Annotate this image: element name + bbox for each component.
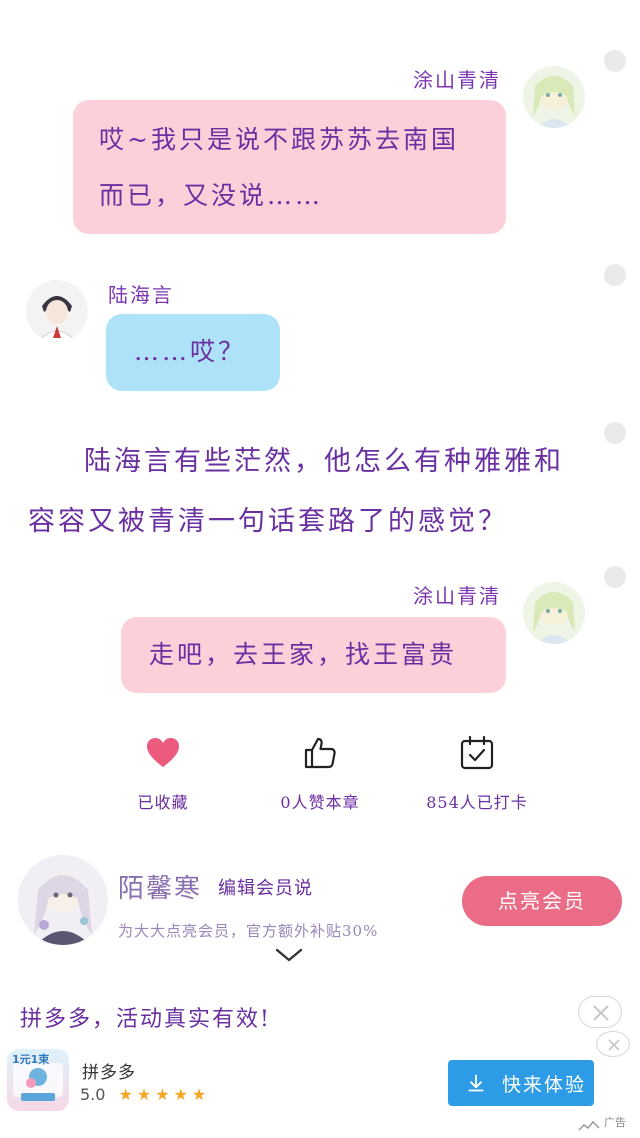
ad-rating-value: 5.0 (80, 1085, 106, 1104)
rating-stars: ★ ★ ★ ★ ★ (119, 1085, 211, 1104)
light-up-member-button[interactable]: 点亮会员 (462, 876, 622, 926)
avatar-girl-icon (523, 66, 585, 128)
ad-download-label: 快来体验 (502, 1074, 587, 1096)
member-role: 编辑会员说 (218, 878, 313, 899)
message-bubble: 哎~我只是说不跟苏苏去南国 而已，又没说…… (73, 100, 506, 234)
message-speaker: 涂山青清 (413, 68, 501, 92)
star-icon: ★ (191, 1085, 207, 1104)
download-icon (468, 1074, 484, 1092)
avatar-girl-icon (523, 582, 585, 644)
star-icon: ★ (173, 1085, 188, 1104)
status-dot (604, 264, 626, 286)
favorite-button[interactable]: 已收藏 (83, 735, 243, 813)
narration-text: 陆海言有些茫然，他怎么有种雅雅和容容又被青清一句话套路了的感觉？ (28, 432, 588, 552)
heart-icon (147, 738, 179, 767)
narration-content: 陆海言有些茫然，他怎么有种雅雅和容容又被青清一句话套路了的感觉？ (28, 446, 564, 537)
message-line: 而已，又没说…… (99, 181, 324, 210)
ad-download-button[interactable]: 快来体验 (448, 1060, 594, 1106)
ad-app-name: 拼多多 (82, 1063, 136, 1083)
message-line: 哎~我只是说不跟苏苏去南国 (99, 125, 459, 154)
star-icon: ★ (136, 1085, 152, 1104)
ad-close-icon[interactable] (578, 996, 622, 1028)
message-line: 走吧，去王家，找王富贵 (149, 640, 458, 669)
avatar[interactable] (26, 280, 88, 342)
avatar-boy-icon (26, 280, 88, 342)
ad-close-icon[interactable] (596, 1031, 630, 1057)
ad-label: 广告 (604, 1116, 626, 1129)
like-count-label: 0人赞本章 (280, 793, 360, 812)
message-speaker: 涂山青清 (413, 584, 501, 608)
calendar-check-icon (460, 735, 494, 770)
member-subtitle: 为大大点亮会员，官方额外补贴30% (118, 922, 379, 940)
member-name: 陌馨寒 (118, 874, 203, 904)
thumbs-up-icon (304, 737, 336, 769)
checkin-count-label: 854人已打卡 (426, 793, 528, 812)
avatar[interactable] (523, 66, 585, 128)
like-chapter-button[interactable]: 0人赞本章 (240, 735, 400, 813)
member-avatar[interactable] (18, 855, 108, 945)
avatar-girl-icon (18, 855, 108, 945)
message-speaker: 陆海言 (108, 283, 174, 307)
ad-app-icon-text: 1元1束 (12, 1053, 50, 1066)
status-dot (604, 422, 626, 444)
ad-app-icon[interactable]: 1元1束 (7, 1049, 69, 1111)
checkin-button[interactable]: 854人已打卡 (397, 735, 557, 813)
status-dot (604, 50, 626, 72)
ad-rating: 5.0 ★ ★ ★ ★ ★ (80, 1085, 210, 1104)
favorite-label: 已收藏 (137, 793, 189, 812)
avatar[interactable] (523, 582, 585, 644)
star-icon: ★ (118, 1085, 133, 1104)
ad-headline[interactable]: 拼多多，活动真实有效! (20, 1001, 271, 1033)
status-dot (604, 566, 626, 588)
star-icon: ★ (155, 1085, 170, 1104)
message-line: ……哎？ (134, 337, 247, 366)
chevron-down-icon[interactable] (274, 944, 304, 966)
message-bubble: 走吧，去王家，找王富贵 (121, 617, 506, 693)
ad-mark-icon (578, 1116, 600, 1131)
message-bubble: ……哎？ (106, 314, 280, 391)
